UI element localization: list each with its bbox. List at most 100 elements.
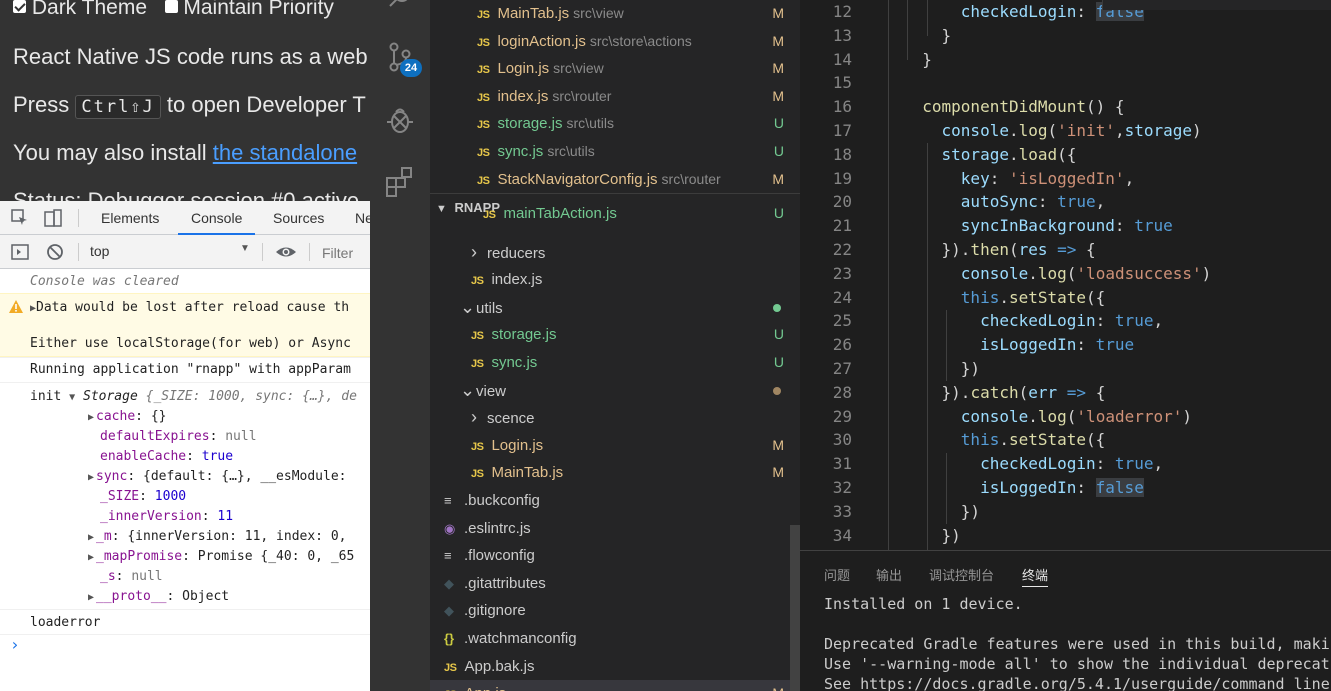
file-item[interactable]: JS mainTabAction.js U [430,200,800,222]
storage-prop[interactable]: ▶ __proto__: Object [88,589,229,604]
console-output: Console was cleared ▶ Data would be lost … [0,269,370,691]
file-name: .buckconfig [464,492,540,509]
storage-prop[interactable]: ▶ _mapPromise: Promise {_40: 0, _65 [88,549,354,564]
panel-tabs: 问题 输出 调试控制台 终端 [800,551,1331,587]
activity-bar: 24 [370,0,430,691]
git-status-badge: M [772,170,784,187]
line-number: 33 [832,501,852,521]
file-name: sync.js [497,143,544,160]
file-item[interactable]: JS index.js [430,266,800,293]
open-devtools-text: to open Developer T [166,92,366,117]
file-item[interactable]: JS sync.js U [430,349,800,376]
expand-triangle-icon[interactable]: ▶ [88,592,94,603]
storage-prop[interactable]: ▶ cache: {} [88,409,166,424]
console-prompt[interactable]: › [10,635,20,654]
storage-type[interactable]: Storage [83,389,138,404]
code-line: this.setState({ [960,287,1106,307]
git-status-badge: U [773,115,784,132]
extensions-icon[interactable] [385,166,415,198]
folder-item[interactable]: › scence [430,404,800,431]
file-item[interactable]: ◆ .gitignore [430,597,800,624]
tab-console[interactable]: Console [178,201,256,235]
file-item[interactable]: JS MainTab.js M [430,459,800,486]
init-label: init [30,389,62,404]
git-change-dot [773,303,781,312]
tab-output[interactable]: 输出 [876,565,902,584]
open-editor-item[interactable]: JS loginAction.js src\store\actions M [430,28,800,55]
search-icon[interactable] [387,0,413,12]
context-select[interactable]: top [90,243,109,259]
code-line: checkedLogin: true, [980,454,1164,474]
eye-icon[interactable] [275,243,297,261]
tab-problems[interactable]: 问题 [824,565,850,584]
storage-prop[interactable]: ▶ _m: {innerVersion: 11, index: 0, [88,529,347,544]
find-widget[interactable] [1102,0,1331,10]
tab-sources[interactable]: Sources [273,201,324,235]
clear-console-icon[interactable] [46,243,64,261]
file-item[interactable]: JS App.bak.js [430,653,800,680]
prop-value: null [225,429,257,444]
prop-value: {default: {…}, __esModule: [143,469,347,484]
file-path: src\store\actions [589,32,692,49]
code-line: syncInBackground: true [960,216,1173,236]
tab-elements[interactable]: Elements [101,201,159,235]
maintain-priority-checkbox[interactable] [164,0,178,13]
storage-prop: _s: null [100,569,163,584]
file-name: .flowconfig [464,547,535,565]
file-item[interactable]: JS Login.js M [430,432,800,459]
folder-item[interactable]: › reducers [430,239,800,266]
tab-network[interactable]: Ne [355,201,370,235]
js-file-icon: JS [444,661,457,674]
caret-down-icon[interactable]: ▼ [240,243,250,254]
file-item[interactable]: {} .watchmanconfig [430,625,800,652]
code-editor[interactable]: 12 checkedLogin: false 13 } 14 } 15 16 compo… [800,0,1331,550]
chevron-right-icon: › [471,241,477,262]
expand-triangle-icon[interactable]: ▶ [88,472,94,483]
running-app-msg: Running application "rnapp" with appPara… [30,362,351,377]
device-toolbar-icon[interactable] [44,209,62,227]
open-editor-item[interactable]: JS index.js src\router M [430,83,800,110]
open-editor-item[interactable]: JS MainTab.js src\view M [430,0,800,27]
inspect-icon[interactable] [11,209,29,227]
line-number: 24 [832,287,852,307]
expand-triangle-icon[interactable]: ▶ [88,532,94,543]
open-editor-item[interactable]: JS sync.js src\utils U [430,138,800,165]
file-item[interactable]: ◆ .gitattributes [430,570,800,597]
storage-prop[interactable]: ▶ sync: {default: {…}, __esModule: [88,469,347,484]
file-item[interactable]: ≡ .flowconfig [430,542,800,569]
standalone-link[interactable]: the standalone [213,140,357,165]
expand-triangle-icon[interactable]: ▶ [88,552,94,563]
tab-debug-console[interactable]: 调试控制台 [929,565,994,584]
warning-icon [9,300,23,313]
line-number: 25 [832,311,852,331]
debug-icon[interactable] [385,104,415,136]
expand-triangle-icon[interactable]: ▶ [88,412,94,423]
prop-key: _SIZE [100,489,140,504]
open-editor-item[interactable]: JS storage.js src\utils U [430,110,800,137]
filter-input[interactable]: Filter [322,245,353,261]
code-line: isLoggedIn: true [980,335,1135,355]
explorer-scrollbar[interactable] [790,525,800,691]
prop-key: sync [96,469,128,484]
file-item[interactable]: JS storage.js U [430,321,800,348]
file-path: src\router [552,87,612,104]
lines-icon: ≡ [444,548,452,564]
js-file-icon: JS [477,91,490,104]
file-path: src\utils [547,143,595,159]
js-file-icon: JS [471,275,484,288]
file-item[interactable]: ◉ .eslintrc.js [430,515,800,542]
tab-terminal[interactable]: 终端 [1022,565,1049,587]
chevron-down-icon: ⌄ [460,379,476,400]
collapse-triangle-icon[interactable]: ▼ [69,392,75,403]
js-file-icon: JS [477,174,490,187]
prop-value: true [201,449,234,464]
open-editor-item[interactable]: JS StackNavigatorConfig.js src\router M [430,166,800,193]
open-editor-item[interactable]: JS Login.js src\view M [430,55,800,82]
file-item[interactable]: JSApp.jsM [430,680,800,691]
sidebar-toggle-icon[interactable] [11,243,29,261]
dark-theme-checkbox[interactable] [13,0,26,13]
file-name: .gitattributes [464,574,546,592]
folder-item[interactable]: ⌄utils [430,294,800,321]
file-item[interactable]: ≡ .buckconfig [430,487,800,514]
folder-item[interactable]: ⌄view [430,377,800,404]
